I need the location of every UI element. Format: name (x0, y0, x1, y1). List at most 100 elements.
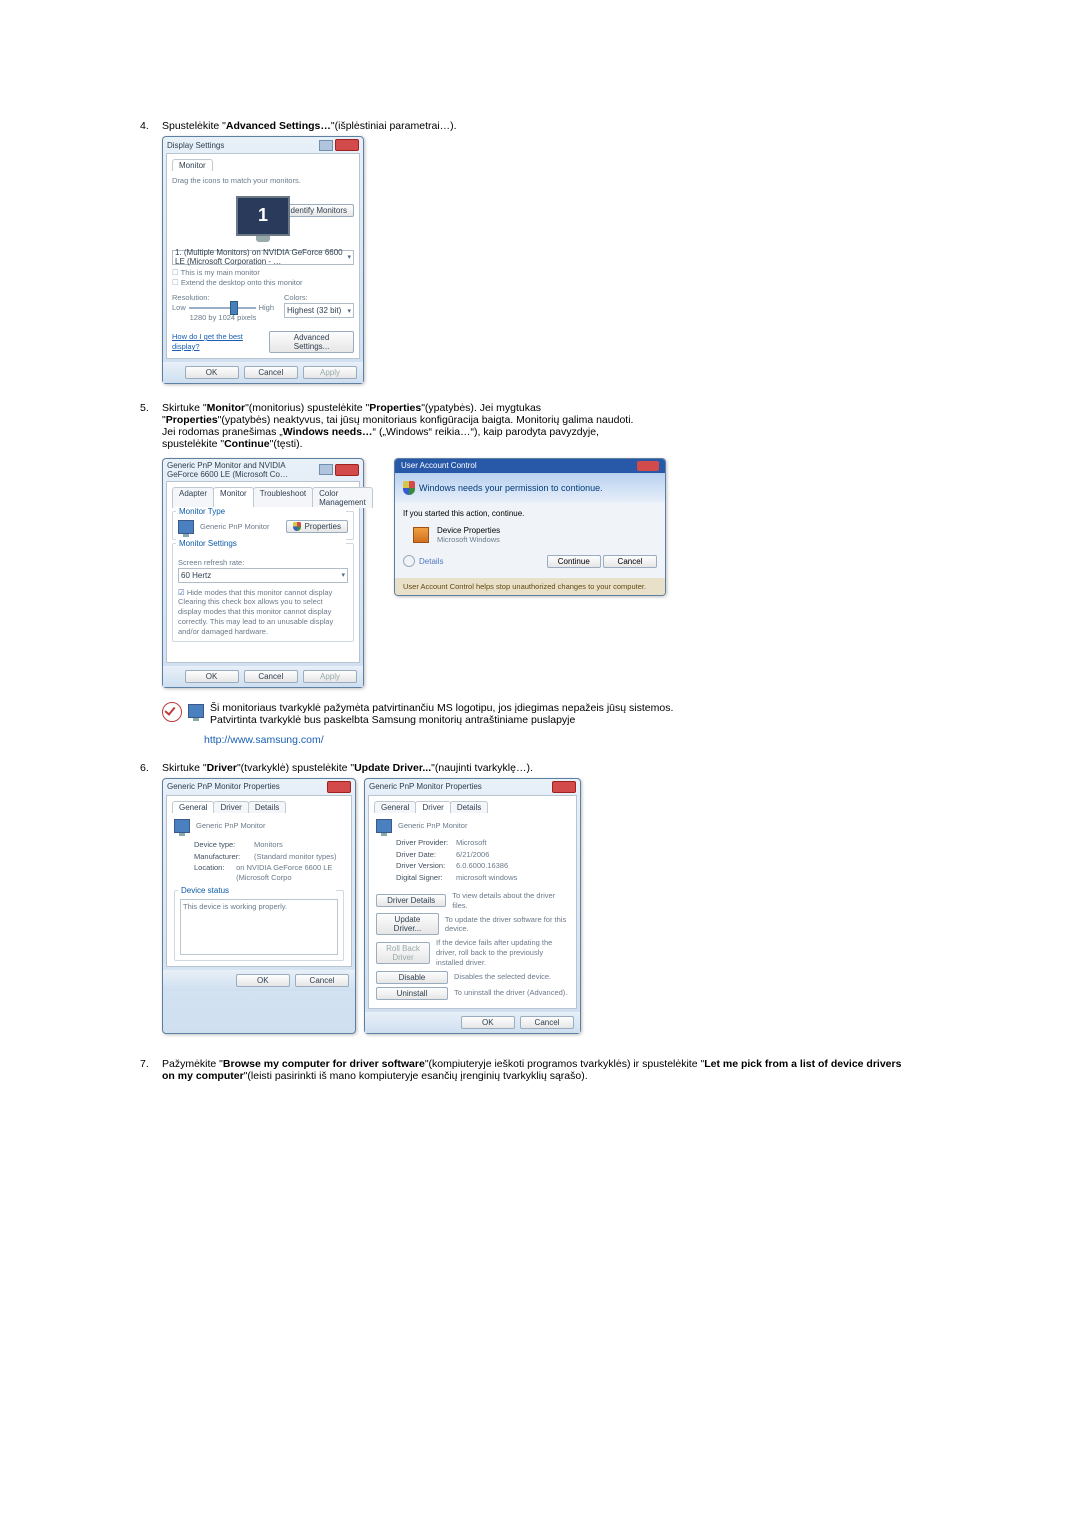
ds-chk-extend[interactable]: Extend the desktop onto this monitor (172, 278, 354, 288)
step-5: 5. Skirtuke "Monitor"(monitorius) spuste… (140, 402, 910, 746)
un-desc: To uninstall the driver (Advanced). (454, 988, 567, 998)
tab-details[interactable]: Details (450, 801, 488, 813)
res-slider[interactable] (189, 307, 256, 309)
k-date: Driver Date: (396, 850, 456, 860)
refresh-label: Screen refresh rate: (178, 558, 348, 568)
devstatus-text: This device is working properly. (183, 902, 287, 911)
close-icon[interactable] (552, 781, 576, 793)
ok-button[interactable]: OK (185, 366, 239, 379)
chevron-down-icon: ▾ (341, 571, 345, 579)
s6-a: Skirtuke " (162, 762, 207, 774)
tab-details[interactable]: Details (248, 801, 286, 813)
uninstall-button[interactable]: Uninstall (376, 987, 448, 1000)
res-label: Resolution: (172, 293, 274, 303)
best-display-link[interactable]: How do I get the best display? (172, 332, 269, 352)
maximize-icon[interactable] (319, 140, 333, 151)
res-value: 1280 by 1024 pixels (172, 313, 274, 323)
details-toggle[interactable]: Details (419, 557, 443, 566)
step-6-number: 6. (140, 762, 162, 1034)
rb-desc: If the device fails after updating the d… (436, 938, 569, 967)
tab-monitor[interactable]: Monitor (213, 487, 254, 508)
step-7-number: 7. (140, 1058, 162, 1082)
chevron-down-icon[interactable] (403, 555, 415, 567)
ds-chk-main[interactable]: This is my main monitor (172, 268, 354, 278)
close-icon[interactable] (335, 139, 359, 151)
driver-details-button[interactable]: Driver Details (376, 894, 446, 907)
adapter-dropdown[interactable]: 1. (Multiple Monitors) on NVIDIA GeForce… (172, 250, 354, 265)
k-ver: Driver Version: (396, 861, 456, 871)
s7-c: "(kompiuteryje ieškoti programos tvarkyk… (425, 1058, 704, 1070)
hide-modes-desc: Clearing this check box allows you to se… (178, 597, 348, 636)
s7-b: Browse my computer for driver software (223, 1058, 425, 1070)
ds-title: Display Settings (167, 141, 317, 150)
s5-c: "(monitorius) spustelėkite " (245, 402, 369, 414)
tab-driver[interactable]: Driver (213, 801, 248, 813)
continue-button[interactable]: Continue (547, 555, 601, 568)
colors-dropdown[interactable]: Highest (32 bit) ▾ (284, 303, 354, 318)
ds-instr: Drag the icons to match your monitors. (172, 176, 354, 186)
advanced-settings-button[interactable]: Advanced Settings... (269, 331, 354, 353)
s5-k: “ („Windows“ reikia…“), kaip parodyta pa… (373, 426, 599, 438)
step-4-bold: Advanced Settings… (226, 120, 331, 132)
s5-j: Windows needs… (283, 426, 373, 438)
uac-app: Device Properties (437, 526, 500, 535)
cancel-button[interactable]: Cancel (603, 555, 657, 568)
ok-button[interactable]: OK (185, 670, 239, 683)
tab-monitor[interactable]: Monitor (172, 159, 213, 171)
refresh-val: 60 Hertz (181, 571, 211, 580)
disable-button[interactable]: Disable (376, 971, 448, 984)
s5-i: Jei rodomas pranešimas „ (162, 426, 283, 438)
chevron-down-icon: ▾ (347, 253, 351, 261)
uac-headline: Windows needs your permission to contion… (419, 483, 603, 493)
s5-g: Properties (166, 414, 218, 426)
close-icon[interactable] (327, 781, 351, 793)
v-ver: 6.0.6000.16386 (456, 861, 508, 871)
s5-e: "(ypatybės). Jei mygtukas (421, 402, 541, 414)
maximize-icon[interactable] (319, 464, 333, 475)
cancel-button[interactable]: Cancel (295, 974, 349, 987)
ok-button[interactable]: OK (236, 974, 290, 987)
tab-troubleshoot[interactable]: Troubleshoot (253, 487, 313, 508)
ud-desc: To update the driver software for this d… (445, 915, 569, 935)
properties-button[interactable]: Properties (286, 520, 348, 533)
refresh-dropdown[interactable]: 60 Hertz ▾ (178, 568, 348, 583)
cancel-button[interactable]: Cancel (244, 670, 298, 683)
s5-a: Skirtuke " (162, 402, 207, 414)
rollback-driver-button: Roll Back Driver (376, 942, 430, 964)
display-settings-dialog: Display Settings Monitor Drag the icons … (162, 136, 364, 384)
tab-adapter[interactable]: Adapter (172, 487, 214, 508)
s7-e: "(leisti pasirinkti iš mano kompiuteryje… (244, 1070, 588, 1082)
cancel-button[interactable]: Cancel (520, 1016, 574, 1029)
monitor-icon (376, 819, 392, 833)
s6-c: "(tvarkyklė) spustelėkite " (237, 762, 354, 774)
identify-monitors-button[interactable]: Identify Monitors (281, 204, 354, 217)
update-driver-button[interactable]: Update Driver... (376, 913, 439, 935)
uac-dialog: User Account Control Windows needs your … (394, 458, 666, 596)
monitor-1-icon[interactable]: 1 (236, 196, 290, 236)
tab-general[interactable]: General (172, 801, 214, 813)
montype-label: Monitor Type (176, 507, 346, 516)
close-icon[interactable] (335, 464, 359, 476)
tab-driver[interactable]: Driver (415, 801, 450, 813)
s5-h: "(ypatybės) neaktyvus, tai jūsų monitori… (218, 414, 634, 426)
s5-d: Properties (369, 402, 421, 414)
apply-button: Apply (303, 670, 357, 683)
cancel-button[interactable]: Cancel (244, 366, 298, 379)
pd-name: Generic PnP Monitor (398, 821, 467, 831)
s7-a: Pažymėkite " (162, 1058, 223, 1070)
tab-colormgmt[interactable]: Color Management (312, 487, 373, 508)
samsung-link[interactable]: http://www.samsung.com/ (204, 734, 324, 746)
ok-button[interactable]: OK (461, 1016, 515, 1029)
v-manu: (Standard monitor types) (254, 852, 337, 862)
approved-icon (162, 702, 182, 722)
tab-general[interactable]: General (374, 801, 416, 813)
monitor-props-dialog: Generic PnP Monitor and NVIDIA GeForce 6… (162, 458, 364, 688)
note1: Ši monitoriaus tvarkyklė pažymėta patvir… (210, 702, 673, 714)
mp-title: Generic PnP Monitor and NVIDIA GeForce 6… (167, 461, 317, 479)
pd-title: Generic PnP Monitor Properties (369, 782, 550, 791)
hide-modes-checkbox[interactable]: Hide modes that this monitor cannot disp… (178, 588, 348, 598)
uac-footer: User Account Control helps stop unauthor… (395, 578, 665, 595)
high-label: High (259, 303, 274, 313)
close-icon[interactable] (637, 461, 659, 471)
v-date: 6/21/2006 (456, 850, 489, 860)
